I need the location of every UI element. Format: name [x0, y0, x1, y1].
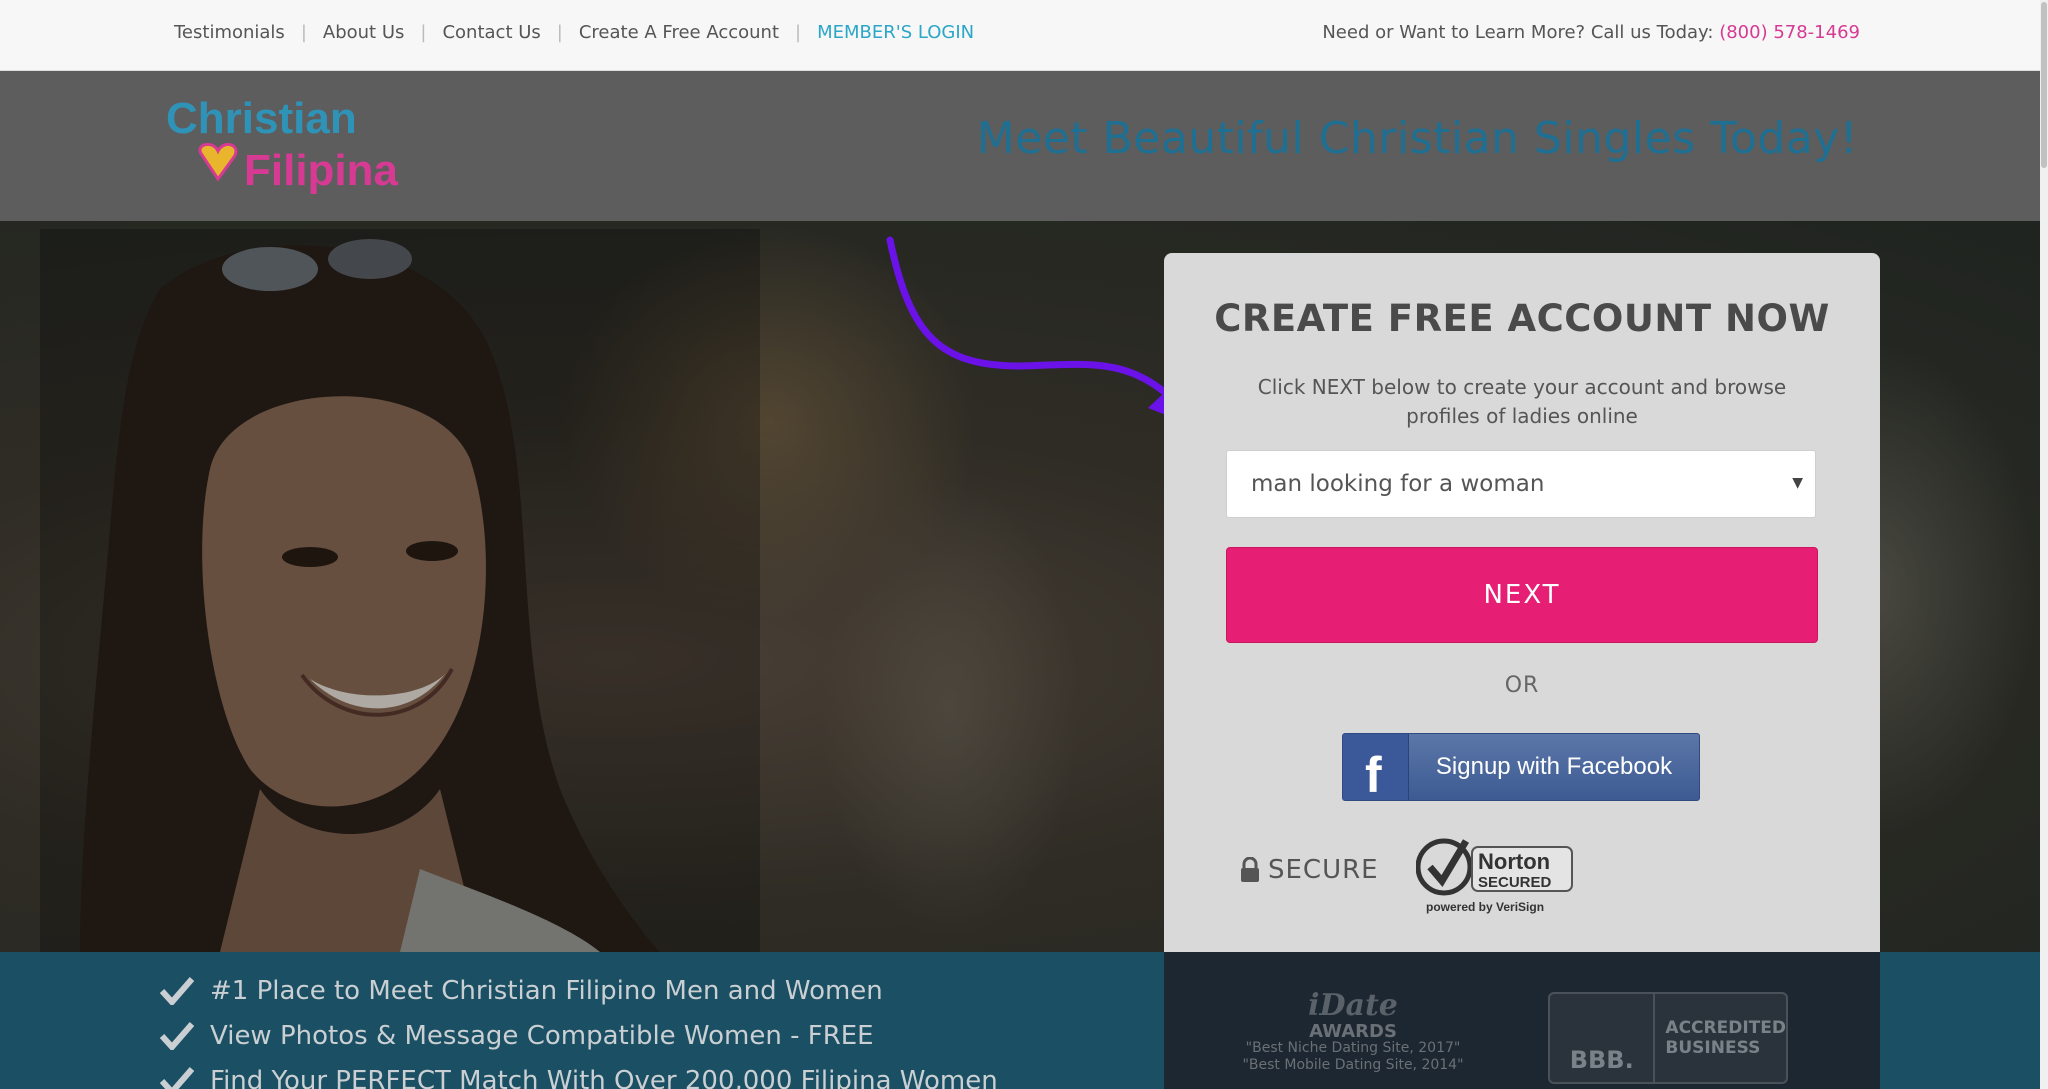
secure-badge: SECURE: [1240, 855, 1379, 885]
nav-separator: |: [795, 22, 802, 43]
benefits-bar-edge: [1880, 952, 2040, 1089]
page-scrollbar[interactable]: [2040, 0, 2048, 1089]
benefit-text: Find Your PERFECT Match With Over 200,00…: [210, 1065, 998, 1089]
check-icon: [160, 1066, 194, 1089]
idate-award-badge: iDate AWARDS "Best Niche Dating Site, 20…: [1238, 988, 1468, 1088]
norton-line3: powered by VeriSign: [1426, 900, 1544, 914]
nav-separator: |: [420, 22, 427, 43]
header-band: Christian Filipina Meet Beautiful Christ…: [0, 71, 2040, 221]
logo-line1: Christian: [166, 94, 357, 143]
award-subtitle: AWARDS: [1309, 1021, 1397, 1042]
list-item: #1 Place to Meet Christian Filipino Men …: [160, 968, 998, 1013]
benefits-list: #1 Place to Meet Christian Filipino Men …: [160, 968, 998, 1089]
caret-down-icon: ▼: [1792, 475, 1803, 491]
benefit-text: View Photos & Message Compatible Women -…: [210, 1020, 874, 1051]
next-button[interactable]: NEXT: [1226, 547, 1818, 643]
norton-line1: Norton: [1478, 849, 1550, 874]
tagline: Meet Beautiful Christian Singles Today!: [976, 113, 1858, 164]
bbb-accredited-badge: BBB. ACCREDITED BUSINESS: [1548, 992, 1788, 1084]
nav-testimonials[interactable]: Testimonials: [174, 22, 285, 43]
check-icon: [1427, 839, 1470, 887]
nav-members-login[interactable]: MEMBER'S LOGIN: [817, 22, 974, 43]
woman-portrait-image: [40, 229, 760, 952]
facebook-signup-button[interactable]: f Signup with Facebook: [1342, 733, 1700, 803]
check-icon: [160, 1021, 194, 1050]
signup-card: CREATE FREE ACCOUNT NOW Click NEXT below…: [1164, 253, 1880, 952]
top-nav: Testimonials | About Us | Contact Us | C…: [174, 22, 974, 43]
bbb-logo: BBB.: [1550, 994, 1656, 1082]
nav-separator: |: [300, 22, 307, 43]
signup-title: CREATE FREE ACCOUNT NOW: [1214, 297, 1830, 340]
call-us-text: Need or Want to Learn More? Call us Toda…: [1322, 22, 1860, 43]
scrollbar-thumb[interactable]: [2041, 2, 2047, 168]
benefit-text: #1 Place to Meet Christian Filipino Men …: [210, 975, 883, 1006]
call-us-prefix: Need or Want to Learn More? Call us Toda…: [1322, 22, 1714, 43]
bbb-text-line: BUSINESS: [1665, 1038, 1761, 1058]
lock-icon: [1241, 857, 1259, 882]
norton-line2: SECURED: [1478, 874, 1552, 891]
bbb-text-line: ACCREDITED: [1665, 1018, 1786, 1038]
secure-label: SECURE: [1268, 855, 1379, 885]
or-divider: OR: [1504, 673, 1540, 698]
award-title: iDate: [1308, 988, 1398, 1023]
nav-contact-us[interactable]: Contact Us: [442, 22, 540, 43]
seeking-select[interactable]: man looking for a woman ▼: [1226, 450, 1816, 518]
top-bar: Testimonials | About Us | Contact Us | C…: [0, 0, 2040, 71]
award-line: "Best Niche Dating Site, 2017": [1245, 1040, 1461, 1056]
heart-icon: [198, 142, 238, 182]
list-item: View Photos & Message Compatible Women -…: [160, 1013, 998, 1058]
site-logo[interactable]: Christian Filipina: [166, 93, 426, 199]
foliage-blur: [820, 481, 1080, 941]
facebook-icon: f: [1343, 734, 1409, 803]
nav-separator: |: [556, 22, 563, 43]
seeking-select-value: man looking for a woman: [1251, 471, 1545, 497]
logo-line2: Filipina: [244, 146, 399, 195]
norton-secured-seal: Norton SECURED powered by VeriSign: [1416, 838, 1573, 914]
facebook-signup-label: Signup with Facebook: [1435, 753, 1673, 780]
nav-create-account[interactable]: Create A Free Account: [579, 22, 779, 43]
signup-subtitle: Click NEXT below to create your account …: [1257, 375, 1787, 428]
phone-link[interactable]: (800) 578-1469: [1719, 22, 1860, 43]
check-icon: [160, 976, 194, 1005]
nav-about-us[interactable]: About Us: [323, 22, 405, 43]
award-line: "Best Mobile Dating Site, 2014": [1242, 1057, 1464, 1073]
bbb-text: ACCREDITED BUSINESS: [1655, 1018, 1786, 1058]
list-item: Find Your PERFECT Match With Over 200,00…: [160, 1058, 998, 1089]
